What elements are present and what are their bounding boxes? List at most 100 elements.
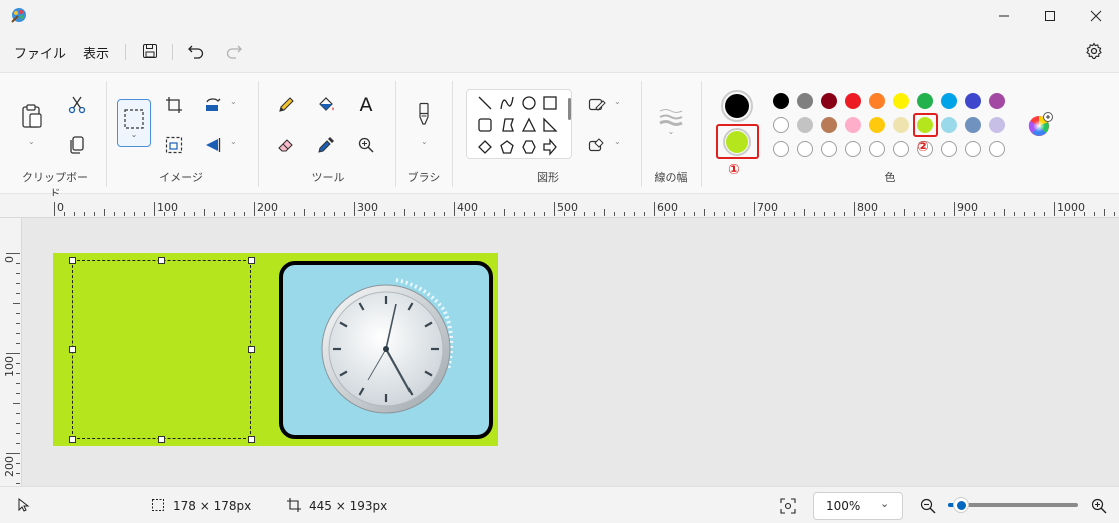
ruler-tick	[1054, 202, 1055, 216]
selection-handle-right[interactable]	[248, 346, 255, 353]
custom-color-slot[interactable]	[893, 141, 909, 157]
ruler-tick	[16, 333, 20, 334]
custom-color-slot[interactable]	[821, 141, 837, 157]
custom-color-slot[interactable]	[941, 141, 957, 157]
color-swatch[interactable]	[917, 93, 933, 109]
selection-handle-left[interactable]	[69, 346, 76, 353]
maximize-button[interactable]	[1027, 0, 1073, 32]
ruler-tick	[814, 212, 815, 216]
selection-handle-top-right[interactable]	[248, 257, 255, 264]
color-swatch[interactable]	[797, 117, 813, 133]
pentagon-shape[interactable]	[500, 140, 514, 154]
custom-color-slot[interactable]	[965, 141, 981, 157]
diamond-shape[interactable]	[478, 140, 492, 154]
pencil-tool[interactable]	[274, 93, 298, 117]
color-swatch[interactable]	[821, 93, 837, 109]
secondary-color-button[interactable]	[723, 128, 751, 156]
color-swatch[interactable]	[845, 93, 861, 109]
primary-color-button[interactable]	[721, 90, 753, 122]
zoom-in-icon	[358, 137, 374, 153]
flip-button[interactable]	[201, 133, 225, 157]
color-swatch[interactable]	[941, 93, 957, 109]
oval-shape[interactable]	[522, 96, 536, 110]
ruler-tick	[114, 212, 115, 216]
zoom-out-button[interactable]	[917, 495, 939, 517]
eraser-tool[interactable]	[274, 133, 298, 157]
zoom-in-button[interactable]	[1088, 495, 1110, 517]
view-menu[interactable]: 表示	[79, 41, 113, 64]
custom-color-slot[interactable]	[773, 141, 789, 157]
settings-button[interactable]	[1080, 39, 1108, 63]
color-swatch[interactable]	[869, 117, 885, 133]
vertical-ruler: 0 100 200	[0, 218, 22, 486]
paste-button[interactable]	[18, 101, 46, 131]
zoom-dropdown[interactable]: 100% ⌄	[813, 492, 903, 520]
line-shape[interactable]	[478, 96, 492, 110]
brush-button[interactable]	[410, 99, 438, 129]
color-swatch[interactable]	[773, 93, 789, 109]
minimize-button[interactable]	[981, 0, 1027, 32]
custom-color-slot[interactable]	[989, 141, 1005, 157]
magnifier-tool[interactable]	[354, 133, 378, 157]
selection-handle-bottom-right[interactable]	[248, 436, 255, 443]
undo-button[interactable]	[182, 39, 210, 63]
ruler-tick	[254, 202, 255, 216]
ruler-tick	[334, 212, 335, 216]
ribbon-divider	[258, 81, 259, 187]
rotate-button[interactable]	[201, 93, 225, 117]
color-swatch[interactable]	[869, 93, 885, 109]
fill-tool[interactable]	[314, 93, 338, 117]
custom-color-slot[interactable]	[869, 141, 885, 157]
ruler-tick	[16, 383, 20, 384]
zoom-slider[interactable]	[948, 497, 1078, 513]
outline-button[interactable]	[585, 93, 609, 117]
cut-button[interactable]	[65, 93, 89, 117]
file-menu[interactable]: ファイル	[10, 41, 70, 64]
selection-handle-bottom-left[interactable]	[69, 436, 76, 443]
selection-rectangle[interactable]	[72, 260, 251, 439]
color-swatch[interactable]	[989, 117, 1005, 133]
arrow-shape[interactable]	[543, 138, 557, 156]
color-swatch[interactable]	[965, 93, 981, 109]
color-swatch[interactable]	[773, 117, 789, 133]
selection-handle-top[interactable]	[158, 257, 165, 264]
shape-fill-button[interactable]	[585, 133, 609, 157]
fit-to-window-button[interactable]	[776, 494, 800, 518]
color-swatch[interactable]	[893, 117, 909, 133]
ruler-tick	[414, 212, 415, 216]
color-swatch[interactable]	[797, 93, 813, 109]
selection-handle-bottom[interactable]	[158, 436, 165, 443]
custom-color-slot[interactable]	[845, 141, 861, 157]
redo-button[interactable]	[220, 39, 248, 63]
zoom-slider-thumb[interactable]	[953, 497, 969, 513]
curve-shape[interactable]	[500, 96, 514, 110]
close-button[interactable]	[1073, 0, 1119, 32]
ruler-tick	[6, 253, 20, 254]
color-swatch[interactable]	[821, 117, 837, 133]
right-triangle-shape[interactable]	[543, 117, 558, 132]
selection-handle-top-left[interactable]	[69, 257, 76, 264]
resize-button[interactable]	[162, 133, 186, 157]
custom-color-slot[interactable]	[797, 141, 813, 157]
color-picker-tool[interactable]	[314, 133, 338, 157]
copy-button[interactable]	[65, 133, 89, 157]
rounded-rectangle-shape[interactable]	[478, 118, 492, 132]
hexagon-shape[interactable]	[522, 140, 536, 154]
select-button[interactable]: ⌄	[117, 99, 151, 147]
rectangle-shape[interactable]	[543, 96, 557, 110]
color-swatch[interactable]	[989, 93, 1005, 109]
color-swatch[interactable]	[941, 117, 957, 133]
ruler-tick	[684, 212, 685, 216]
crop-button[interactable]	[162, 93, 186, 117]
color-swatch[interactable]	[845, 117, 861, 133]
color-swatch[interactable]	[893, 93, 909, 109]
edit-colors-button[interactable]	[1026, 111, 1054, 139]
text-tool[interactable]: A	[354, 93, 378, 117]
line-width-button[interactable]: ⌄	[655, 101, 687, 141]
triangle-shape[interactable]	[521, 117, 537, 132]
chevron-down-icon: ⌄	[230, 137, 237, 146]
color-swatch[interactable]	[965, 117, 981, 133]
save-button[interactable]	[136, 39, 164, 63]
polygon-shape[interactable]	[502, 118, 514, 132]
shapes-scrollbar[interactable]	[568, 98, 571, 120]
